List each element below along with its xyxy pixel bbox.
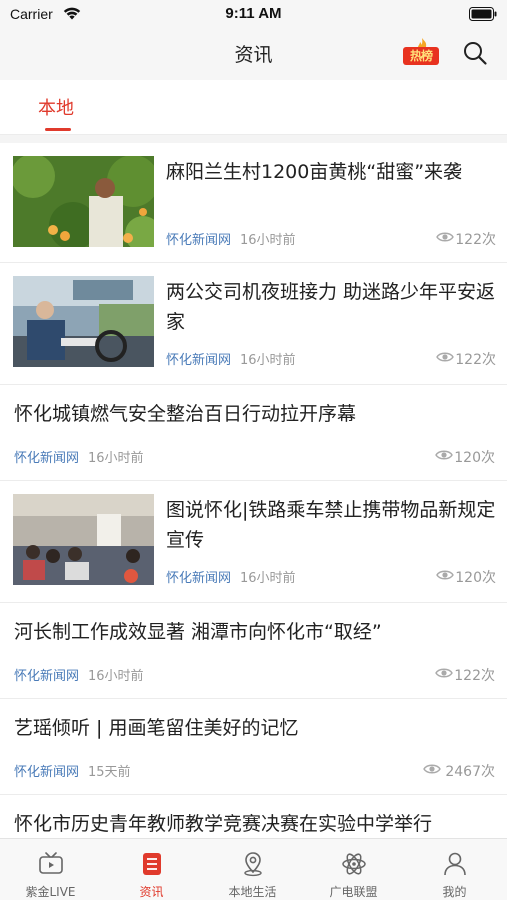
- view-count: 120次: [455, 570, 496, 586]
- news-source[interactable]: 怀化新闻网: [14, 665, 79, 684]
- view-count: 122次: [455, 232, 496, 248]
- view-count: 122次: [455, 352, 496, 368]
- eye-icon: [423, 764, 441, 774]
- news-headline: 两公交司机夜班接力 助迷路少年平安返家: [166, 281, 496, 333]
- news-meta: 怀化新闻网 16小时前 120次: [166, 567, 496, 586]
- tab-live[interactable]: 紫金LIVE: [0, 839, 101, 900]
- tab-news[interactable]: 资讯: [101, 839, 202, 900]
- tab-local[interactable]: 本地: [38, 94, 74, 120]
- eye-icon: [436, 232, 454, 242]
- news-headline: 怀化城镇燃气安全整治百日行动拉开序幕: [14, 403, 357, 425]
- news-meta: 怀化新闻网 15天前 2467次: [14, 761, 495, 780]
- search-icon[interactable]: [462, 40, 488, 66]
- news-source[interactable]: 怀化新闻网: [166, 349, 231, 368]
- news-meta: 怀化新闻网 16小时前 122次: [166, 349, 496, 368]
- news-time: 16小时前: [240, 353, 296, 368]
- section-divider: [0, 135, 507, 143]
- news-time: 15天前: [88, 765, 131, 780]
- hot-list-label: 热榜: [403, 47, 439, 65]
- nav-bar: 资讯 热榜: [0, 28, 507, 80]
- news-time: 16小时前: [240, 233, 296, 248]
- news-source[interactable]: 怀化新闻网: [166, 229, 231, 248]
- news-item[interactable]: 河长制工作成效显著 湘潭市向怀化市“取经” 怀化新闻网 16小时前 122次: [0, 603, 507, 699]
- battery-icon: [469, 7, 497, 21]
- view-count: 120次: [454, 450, 495, 466]
- news-source[interactable]: 怀化新闻网: [14, 447, 79, 466]
- news-thumbnail: [13, 276, 154, 367]
- news-source[interactable]: 怀化新闻网: [14, 761, 79, 780]
- news-list: 麻阳兰生村1200亩黄桃“甜蜜”来袭 怀化新闻网 16小时前 122次 两公交司…: [0, 143, 507, 891]
- bottom-tab-bar: 紫金LIVE 资讯 本地生活 广电联盟 我的: [0, 838, 507, 900]
- status-bar: Carrier 9:11 AM: [0, 0, 507, 28]
- tab-label: 资讯: [139, 885, 164, 899]
- news-meta: 怀化新闻网 16小时前 120次: [14, 447, 495, 466]
- tab-local-life[interactable]: 本地生活: [202, 839, 303, 900]
- news-time: 16小时前: [88, 451, 144, 466]
- location-icon: [244, 852, 262, 877]
- tab-label: 我的: [442, 885, 467, 899]
- tab-profile[interactable]: 我的: [404, 839, 505, 900]
- news-item[interactable]: 麻阳兰生村1200亩黄桃“甜蜜”来袭 怀化新闻网 16小时前 122次: [0, 143, 507, 263]
- clock: 9:11 AM: [225, 5, 282, 22]
- hot-list-button[interactable]: 热榜: [401, 38, 441, 68]
- eye-icon: [436, 352, 454, 362]
- tab-label: 本地生活: [228, 885, 277, 899]
- news-item[interactable]: 图说怀化|铁路乘车禁止携带物品新规定宣传 怀化新闻网 16小时前 120次: [0, 481, 507, 603]
- tv-icon: [39, 852, 63, 874]
- category-tabs: 本地: [0, 80, 507, 135]
- news-thumbnail: [13, 494, 154, 585]
- tab-broadcast-alliance[interactable]: 广电联盟: [303, 839, 404, 900]
- news-time: 16小时前: [240, 571, 296, 586]
- news-source[interactable]: 怀化新闻网: [166, 567, 231, 586]
- tab-label: 广电联盟: [329, 885, 378, 899]
- news-headline: 麻阳兰生村1200亩黄桃“甜蜜”来袭: [166, 161, 463, 183]
- news-meta: 怀化新闻网 16小时前 122次: [166, 229, 496, 248]
- news-headline: 河长制工作成效显著 湘潭市向怀化市“取经”: [14, 621, 382, 643]
- tab-label: 紫金LIVE: [25, 885, 76, 899]
- news-icon: [143, 853, 161, 875]
- eye-icon: [435, 668, 453, 678]
- eye-icon: [436, 570, 454, 580]
- news-item[interactable]: 怀化城镇燃气安全整治百日行动拉开序幕 怀化新闻网 16小时前 120次: [0, 385, 507, 481]
- user-icon: [444, 852, 466, 876]
- view-count: 122次: [454, 668, 495, 684]
- news-thumbnail: [13, 156, 154, 247]
- news-headline: 图说怀化|铁路乘车禁止携带物品新规定宣传: [166, 499, 496, 551]
- news-item[interactable]: 两公交司机夜班接力 助迷路少年平安返家 怀化新闻网 16小时前 122次: [0, 263, 507, 385]
- news-headline: 艺瑶倾听 | 用画笔留住美好的记忆: [14, 717, 299, 739]
- news-meta: 怀化新闻网 16小时前 122次: [14, 665, 495, 684]
- atom-icon: [342, 853, 366, 875]
- view-count: 2467次: [445, 764, 495, 780]
- active-tab-indicator: [45, 128, 71, 131]
- eye-icon: [435, 450, 453, 460]
- news-time: 16小时前: [88, 669, 144, 684]
- news-headline: 怀化市历史青年教师教学竞赛决赛在实验中学举行: [14, 813, 433, 835]
- news-item[interactable]: 艺瑶倾听 | 用画笔留住美好的记忆 怀化新闻网 15天前 2467次: [0, 699, 507, 795]
